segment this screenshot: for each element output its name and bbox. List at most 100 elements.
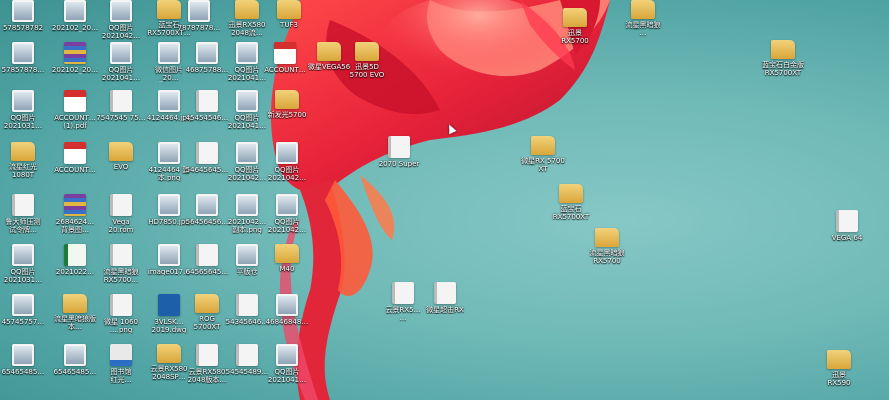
desktop-icon[interactable]: 微星 1060 ….png bbox=[98, 294, 144, 334]
desktop-icon-label: 蓝宝石白金版 RX5700XT bbox=[762, 61, 804, 77]
rar-file-icon bbox=[64, 42, 86, 64]
desktop-icon[interactable]: 45745757… bbox=[0, 294, 46, 326]
desktop-icon[interactable]: QQ图片 2021031… bbox=[0, 90, 46, 130]
image-file-icon bbox=[158, 42, 180, 64]
desktop-icon[interactable]: 蓝宝石 RX5700XT bbox=[548, 184, 594, 221]
image-file-icon bbox=[236, 194, 258, 216]
desktop-icon[interactable]: QQ图片 2021041… bbox=[264, 344, 310, 384]
image-file-icon bbox=[276, 142, 298, 164]
doc-file-icon bbox=[12, 194, 34, 216]
image-file-icon bbox=[276, 344, 298, 366]
desktop-icon[interactable]: 202102_20… bbox=[52, 0, 98, 32]
xls-file-icon bbox=[64, 244, 86, 266]
doc-file-icon bbox=[434, 282, 456, 304]
image-file-icon bbox=[276, 294, 298, 316]
desktop-icon[interactable]: 2070 Super bbox=[376, 136, 422, 168]
desktop-icon[interactable]: 云景RX5… … bbox=[380, 282, 426, 322]
doc-file-icon bbox=[110, 194, 132, 216]
doc-file-icon bbox=[196, 142, 218, 164]
desktop-icon[interactable]: 流星黑暗狼 RX5700… bbox=[98, 244, 144, 284]
folder-file-icon bbox=[275, 244, 299, 263]
desktop-icon[interactable]: 蓝宝石白金版 RX5700XT bbox=[760, 40, 806, 77]
desktop-icon-label: ACCOUNT… bbox=[264, 66, 306, 74]
desktop-icon[interactable]: 78787878… bbox=[176, 0, 222, 32]
desktop-icon-label: M40 bbox=[279, 265, 295, 273]
desktop-icon-label: QQ图片 2021041… bbox=[267, 368, 307, 384]
image-file-icon bbox=[64, 0, 86, 22]
pdf-file-icon bbox=[274, 42, 296, 64]
doc-file-icon bbox=[388, 136, 410, 158]
desktop-icon[interactable]: 流星黑暗狼版 本… bbox=[52, 294, 98, 331]
image-file-icon bbox=[188, 0, 210, 22]
folder-file-icon bbox=[771, 40, 795, 59]
desktop-icon[interactable]: 微星RX 5700 XT bbox=[520, 136, 566, 173]
desktop-icon[interactable]: 202102_20… bbox=[52, 42, 98, 74]
desktop-icon-label: 流星黑暗狼 RX5700 bbox=[589, 249, 625, 265]
image-file-icon bbox=[110, 0, 132, 22]
desktop-icon[interactable]: 迅景RX580 2048流… bbox=[224, 0, 270, 37]
image-file-icon bbox=[12, 42, 34, 64]
desktop-icon[interactable]: EVO bbox=[98, 142, 144, 171]
desktop-icon-label: VEGA 64 bbox=[831, 234, 863, 242]
desktop-icon[interactable]: 迅景 RX5700 bbox=[552, 8, 598, 45]
doc-file-icon bbox=[110, 244, 132, 266]
desktop-icon[interactable]: 微星超击RX bbox=[422, 282, 468, 314]
desktop-icon[interactable]: 57857878… bbox=[0, 42, 46, 74]
doc-file-icon bbox=[196, 344, 218, 366]
desktop-icon-label: 流星黑暗狼 … bbox=[625, 21, 661, 37]
desktop-icon-label: 图书馆 红光… bbox=[110, 368, 132, 384]
desktop-icon[interactable]: QQ图片 2021042… bbox=[98, 0, 144, 40]
desktop-icon[interactable]: 迅景5D 5700 EVO bbox=[344, 42, 390, 79]
desktop-icon-label: Vega 20.rom bbox=[108, 218, 134, 234]
image-file-icon bbox=[236, 42, 258, 64]
desktop-icon[interactable]: ACCOUNT… bbox=[52, 142, 98, 174]
desktop-icon-label: 流星黑暗狼版 本… bbox=[54, 315, 96, 331]
exe-file-icon bbox=[110, 344, 132, 366]
desktop-icon[interactable]: QQ图片 2021042… bbox=[264, 194, 310, 234]
desktop-icon[interactable]: VEGA 64 bbox=[824, 210, 870, 242]
desktop-icon[interactable]: 2021022… bbox=[52, 244, 98, 276]
desktop-icon-label: TUF3 bbox=[280, 21, 298, 29]
desktop-icon[interactable]: Vega 20.rom bbox=[98, 194, 144, 234]
desktop-icon[interactable]: QQ图片 2021042… bbox=[264, 142, 310, 182]
image-file-icon bbox=[12, 90, 34, 112]
desktop-icon[interactable]: M40 bbox=[264, 244, 310, 273]
desktop-icon[interactable]: 流星黑暗狼 … bbox=[620, 0, 666, 37]
desktop-icon[interactable]: QQ图片 2021041… bbox=[98, 42, 144, 82]
image-file-icon bbox=[236, 90, 258, 112]
desktop-icon[interactable]: 新发光5700 bbox=[264, 90, 310, 119]
desktop-icon[interactable]: 578578782 bbox=[0, 0, 46, 32]
dwg-file-icon bbox=[158, 294, 180, 316]
desktop-icon[interactable]: 图书馆 红光… bbox=[98, 344, 144, 384]
folder-file-icon bbox=[109, 142, 133, 161]
desktop-icon[interactable]: TUF3 bbox=[266, 0, 312, 29]
folder-file-icon bbox=[563, 8, 587, 27]
desktop-icon[interactable]: 65465485… bbox=[0, 344, 46, 376]
desktop-icon[interactable]: 46846848… bbox=[264, 294, 310, 326]
desktop-icon[interactable]: ACCOUNT… (1).pdf bbox=[52, 90, 98, 130]
desktop-icon-label: 鲁大师压测 试令牌… bbox=[5, 218, 41, 234]
image-file-icon bbox=[158, 244, 180, 266]
desktop-icon-label: 46846848… bbox=[265, 318, 309, 326]
image-file-icon bbox=[236, 244, 258, 266]
desktop[interactable]: 578578782 202102_20… QQ图片 2021042… 蓝宝石 RX57… bbox=[0, 0, 889, 400]
pdf-file-icon bbox=[64, 142, 86, 164]
desktop-icon[interactable]: 鲁大师压测 试令牌… bbox=[0, 194, 46, 234]
desktop-icon[interactable]: 7547545 75… bbox=[96, 90, 146, 122]
desktop-icon[interactable]: 迅景 RX590 bbox=[816, 350, 862, 387]
desktop-icon[interactable]: 流星黑暗狼 RX5700 bbox=[584, 228, 630, 265]
desktop-icon-label: 202102_20… bbox=[51, 66, 99, 74]
desktop-icon-label: QQ图片 2021041… bbox=[101, 66, 141, 82]
desktop-icon-label: 微星 1060 ….png bbox=[103, 318, 139, 334]
image-file-icon bbox=[12, 0, 34, 22]
folder-file-icon bbox=[63, 294, 87, 313]
folder-file-icon bbox=[631, 0, 655, 19]
desktop-icon[interactable]: ACCOUNT… bbox=[262, 42, 308, 74]
desktop-icon[interactable]: 65465485… bbox=[52, 344, 98, 376]
desktop-icon[interactable]: 流星红光 1080T bbox=[0, 142, 46, 179]
desktop-icon-label: 57857878… bbox=[1, 66, 45, 74]
desktop-icon-label: 流星黑暗狼 RX5700… bbox=[103, 268, 139, 284]
desktop-icon[interactable]: 2684624… 背景图… bbox=[52, 194, 98, 234]
desktop-icon[interactable]: QQ图片 2021031… bbox=[0, 244, 46, 284]
desktop-icon-label: 微星超击RX bbox=[426, 306, 464, 314]
